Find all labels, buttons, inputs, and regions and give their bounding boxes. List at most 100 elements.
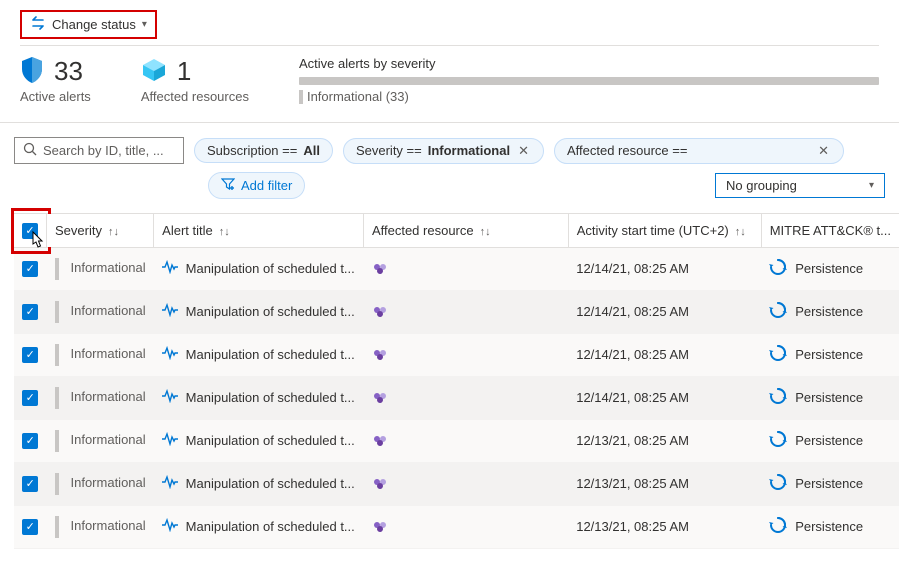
row-mitre: Persistence [795,390,863,405]
active-alerts-count: 33 [54,56,83,87]
table-row[interactable]: ✓ Informational Manipulation of scheduled … [14,419,899,462]
summary-bar: 33 Active alerts 1 Affected resources Ac… [0,56,899,122]
add-filter-icon [221,177,235,194]
filter-pill-subscription[interactable]: Subscription == All [194,138,333,163]
persistence-icon [769,516,787,537]
resource-icon [371,476,391,491]
row-mitre: Persistence [795,433,863,448]
persistence-icon [769,344,787,365]
row-title: Manipulation of scheduled t... [186,476,355,491]
persistence-icon [769,301,787,322]
shield-icon [20,56,44,87]
row-time: 12/13/21, 08:25 AM [568,462,761,505]
filter-pill-severity[interactable]: Severity == Informational ✕ [343,138,544,164]
table-row[interactable]: ✓InformationalManipulation of scheduled … [14,462,899,505]
row-checkbox[interactable]: ✓ [22,476,38,492]
alerts-table: ✓ Severity↑↓ Alert title↑↓ Affected reso… [14,213,899,549]
row-title: Manipulation of scheduled t... [186,304,355,319]
table-row[interactable]: ✓InformationalManipulation of scheduled … [14,247,899,290]
active-alerts-stat: 33 Active alerts [20,56,91,104]
col-resource[interactable]: Affected resource↑↓ [363,214,568,248]
row-time: 12/14/21, 08:25 AM [568,333,761,376]
persistence-icon [769,430,787,451]
row-time: 12/14/21, 08:25 AM [568,247,761,290]
col-time[interactable]: Activity start time (UTC+2)↑↓ [568,214,761,248]
search-input[interactable]: Search by ID, title, ... [14,137,184,164]
filter-pill-resource[interactable]: Affected resource == ✕ [554,138,844,164]
filter-subscription-prefix: Subscription == [207,143,297,158]
table-row[interactable]: ✓ Informational Manipulation of scheduled … [14,505,899,548]
add-filter-label: Add filter [241,178,292,193]
grouping-select[interactable]: No grouping ▾ [715,173,885,198]
sort-icon: ↑↓ [735,226,746,238]
table-row[interactable]: ✓ Informational Manipulation of scheduled … [14,376,899,419]
change-status-button[interactable]: Change status ▾ [20,10,157,39]
severity-bar [299,77,879,85]
affected-label: Affected resources [141,89,249,104]
row-title: Manipulation of scheduled t... [186,261,355,276]
filter-severity-prefix: Severity == [356,143,422,158]
filter-severity-value: Informational [428,143,510,158]
row-severity: Informational [67,303,146,318]
row-time: 12/14/21, 08:25 AM [568,290,761,333]
filter-resource-label: Affected resource == [567,143,687,158]
row-checkbox[interactable]: ✓ [22,261,38,277]
cube-icon [141,57,167,86]
affected-count: 1 [177,56,191,87]
row-time: 12/13/21, 08:25 AM [568,419,761,462]
row-title: Manipulation of scheduled t... [186,433,355,448]
row-title: Manipulation of scheduled t... [186,347,355,362]
row-time: 12/14/21, 08:25 AM [568,376,761,419]
col-title[interactable]: Alert title↑↓ [154,214,364,248]
change-status-icon [30,16,46,33]
filter-severity-remove[interactable]: ✕ [516,143,531,159]
row-mitre: Persistence [795,476,863,491]
row-title: Manipulation of scheduled t... [186,519,355,534]
sort-icon: ↑↓ [480,226,491,238]
table-row[interactable]: ✓ Informational Manipulation of scheduled … [14,333,899,376]
row-severity: Informational [67,389,146,404]
row-mitre: Persistence [795,304,863,319]
row-mitre: Persistence [795,519,863,534]
select-all-checkbox[interactable]: ✓ [22,223,38,239]
resource-icon [371,304,391,319]
row-checkbox[interactable]: ✓ [22,390,38,406]
row-checkbox[interactable]: ✓ [22,347,38,363]
col-severity[interactable]: Severity↑↓ [47,214,154,248]
sort-icon: ↑↓ [219,226,230,238]
row-mitre: Persistence [795,347,863,362]
grouping-value: No grouping [726,178,797,193]
pulse-icon [162,432,178,449]
table-row[interactable]: ✓ Informational Manipulation of scheduled … [14,290,899,333]
pulse-icon [162,389,178,406]
persistence-icon [769,387,787,408]
affected-resources-stat: 1 Affected resources [141,56,249,104]
row-checkbox[interactable]: ✓ [22,433,38,449]
resource-icon [371,261,391,276]
row-mitre: Persistence [795,261,863,276]
row-checkbox[interactable]: ✓ [22,304,38,320]
resource-icon [371,519,391,534]
add-filter-button[interactable]: Add filter [208,172,305,199]
row-checkbox[interactable]: ✓ [22,519,38,535]
row-severity: Informational [67,518,146,533]
row-time: 12/13/21, 08:25 AM [568,505,761,548]
pulse-icon [162,475,178,492]
row-severity: Informational [67,346,146,361]
resource-icon [371,433,391,448]
resource-icon [371,390,391,405]
col-mitre[interactable]: MITRE ATT&CK® t... [761,214,899,248]
chevron-down-icon: ▾ [869,180,874,191]
filter-resource-remove[interactable]: ✕ [816,143,831,159]
change-status-label: Change status [52,17,136,32]
severity-summary: Active alerts by severity Informational … [299,56,879,104]
chevron-down-icon: ▾ [142,19,147,30]
row-severity: Informational [67,432,146,447]
pulse-icon [162,346,178,363]
pulse-icon [162,518,178,535]
pulse-icon [162,303,178,320]
row-title: Manipulation of scheduled t... [186,390,355,405]
filter-subscription-value: All [303,143,320,158]
active-alerts-label: Active alerts [20,89,91,104]
resource-icon [371,347,391,362]
